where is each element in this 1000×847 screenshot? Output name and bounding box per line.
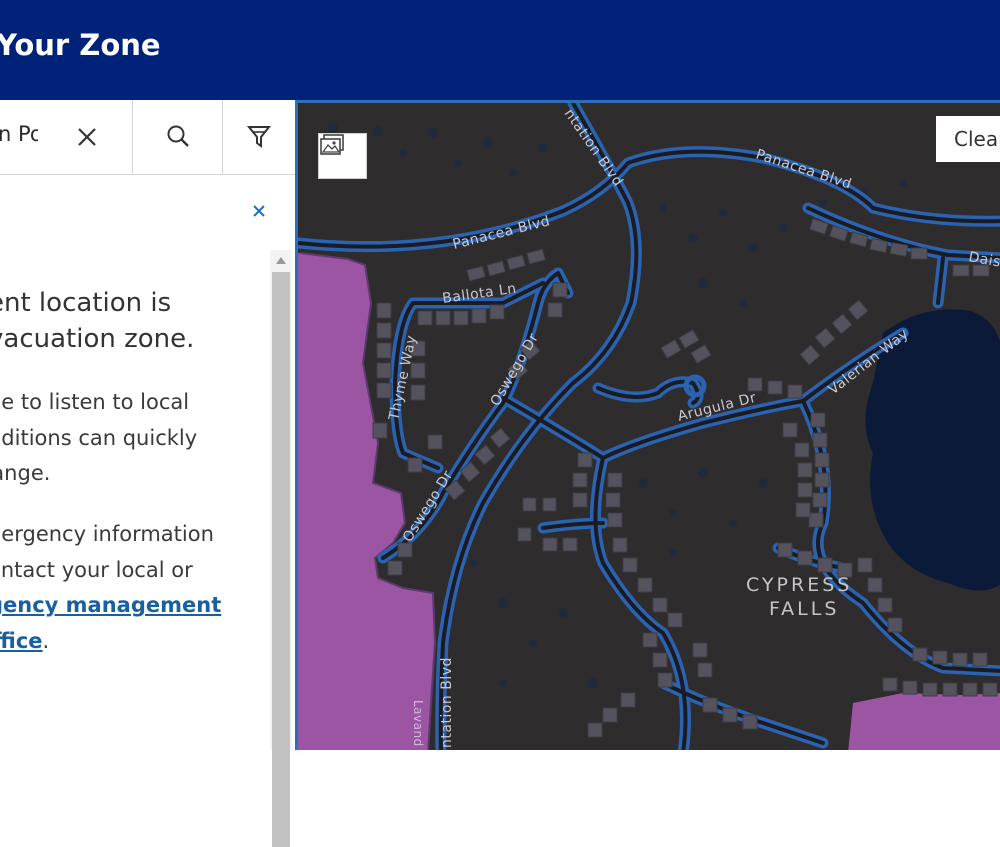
evacuation-zone-area <box>848 693 1000 750</box>
emergency-management-link[interactable]: office <box>0 629 43 653</box>
evacuation-zone-area <box>298 253 435 750</box>
scrollbar-thumb[interactable] <box>272 272 290 847</box>
close-icon <box>76 126 98 148</box>
paragraph-line: ue to listen to local <box>0 385 197 421</box>
scroll-up-arrow-icon <box>276 257 286 264</box>
scroll-up-button[interactable] <box>270 252 292 268</box>
street-label: Panacea Blvd <box>451 213 552 253</box>
basemap-gallery-icon <box>319 134 345 156</box>
map-view[interactable]: Panacea Blvd Panacea Blvd ntation Blvd n… <box>295 100 1000 750</box>
contact-paragraph: nergency information ontact your local o… <box>0 517 221 659</box>
basemap-gallery-button[interactable] <box>318 133 367 179</box>
street-label: Oswego Dr <box>400 468 457 545</box>
street-label: Panacea Blvd <box>754 147 854 193</box>
paragraph-line: nditions can quickly <box>0 421 197 457</box>
street-label: Lavand <box>411 700 425 747</box>
paragraph-line: ontact your local or <box>0 553 221 589</box>
filter-icon <box>247 124 271 150</box>
search-icon <box>165 124 191 150</box>
close-icon <box>252 204 266 218</box>
clear-search-button[interactable] <box>62 100 112 174</box>
paragraph-line: hange. <box>0 456 187 492</box>
place-label: FALLS <box>769 598 839 620</box>
street-label: ntation Blvd <box>439 657 455 748</box>
place-label: CYPRESS <box>746 574 852 596</box>
filter-button[interactable] <box>223 100 295 174</box>
period: . <box>43 629 50 653</box>
map-canvas[interactable]: Panacea Blvd Panacea Blvd ntation Blvd n… <box>298 103 1000 750</box>
search-button[interactable] <box>133 100 222 174</box>
heading-line: ent location is <box>0 285 278 321</box>
emergency-management-link[interactable]: gency management <box>0 593 221 617</box>
app-title: Your Zone <box>0 28 161 62</box>
street-label: ntation Blvd <box>561 106 626 190</box>
side-panel: n Po <box>0 100 295 750</box>
search-bar: n Po <box>0 100 295 175</box>
paragraph-line: nergency information <box>0 517 221 553</box>
heading-line: vacuation zone. <box>0 321 278 357</box>
app-header: Your Zone <box>0 0 1000 100</box>
close-panel-button[interactable] <box>248 200 270 222</box>
clear-button[interactable]: Clear <box>936 116 1000 162</box>
result-heading: ent location is vacuation zone. <box>0 285 278 357</box>
street-label: Oswego Dr <box>488 331 543 409</box>
advice-paragraph: ue to listen to local nditions can quick… <box>0 385 197 492</box>
search-input[interactable]: n Po <box>0 122 38 146</box>
